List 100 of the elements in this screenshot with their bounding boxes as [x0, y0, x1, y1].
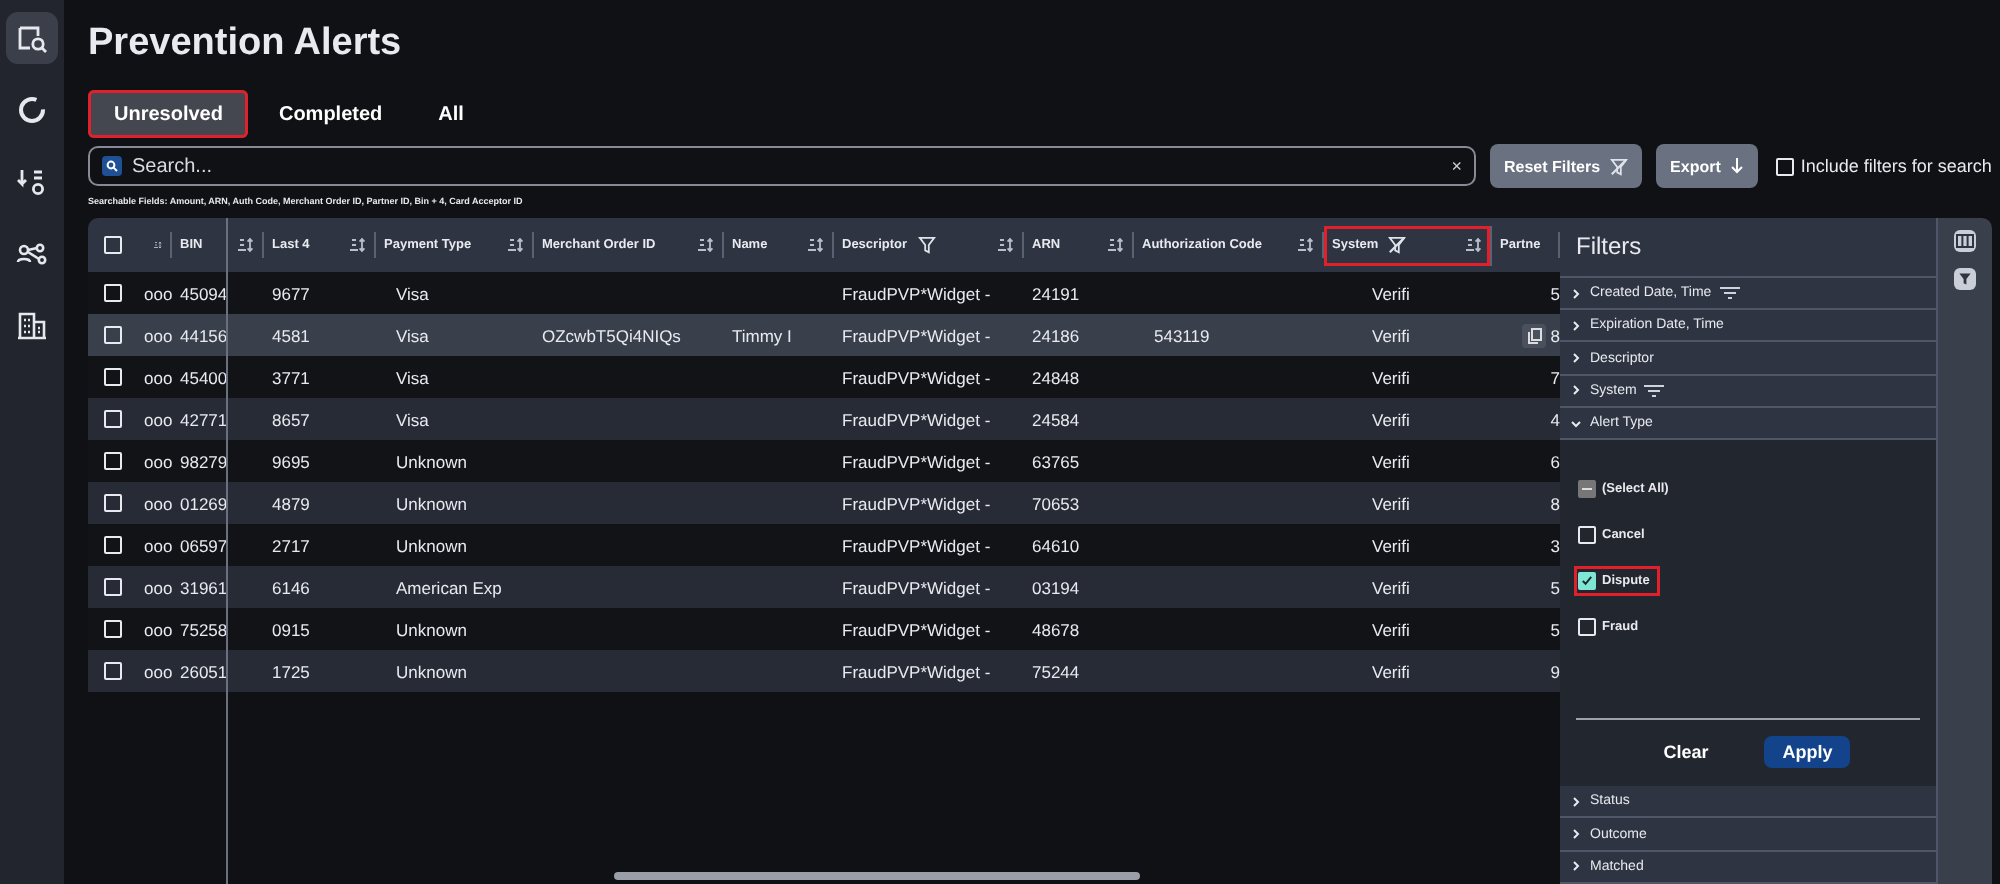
sort-icon[interactable]	[238, 238, 254, 252]
table-cell: ooo	[144, 661, 173, 681]
tab[interactable]: Unresolved	[88, 90, 249, 138]
horizontal-scrollbar[interactable]	[614, 872, 1140, 880]
table-cell: Unknown	[396, 493, 467, 513]
sidebar-item[interactable]	[6, 12, 58, 64]
table-cell: ooo	[144, 493, 173, 513]
apply-button[interactable]: Apply	[1764, 736, 1851, 769]
table-cell: 3771	[272, 367, 310, 387]
sort-icon[interactable]	[1466, 238, 1482, 252]
table-cell: 543119	[1154, 325, 1210, 345]
table-cell: 48678	[1032, 619, 1080, 639]
table-cell: 4581	[272, 325, 310, 345]
tab[interactable]: Completed	[252, 90, 409, 138]
table-cell: Unknown	[396, 535, 467, 555]
copy-icon[interactable]	[1522, 323, 1547, 347]
row-checkbox[interactable]	[103, 494, 121, 512]
table-cell: ooo	[144, 619, 173, 639]
sort-icon[interactable]	[808, 238, 824, 252]
table-cell: 9677	[272, 283, 310, 303]
filter-off-icon[interactable]	[1388, 236, 1407, 254]
table-cell: 63765	[1032, 451, 1080, 471]
table-cell: 8657	[272, 409, 310, 429]
table-cell: 24848	[1032, 367, 1080, 387]
sort-icon[interactable]	[350, 238, 366, 252]
table-cell: ooo	[144, 577, 173, 597]
table-cell: 4879	[272, 493, 310, 513]
table-cell: 4	[1550, 409, 1560, 429]
chevron-icon	[1570, 417, 1582, 430]
filter-lines-icon	[1719, 286, 1740, 300]
sort-icon[interactable]	[698, 238, 714, 252]
table-cell: 26051	[180, 661, 228, 681]
table-cell: 6146	[272, 577, 310, 597]
table-cell: ooo	[144, 325, 173, 345]
table-cell: 24186	[1032, 325, 1080, 345]
sort-icon[interactable]	[998, 238, 1014, 252]
table-cell: Unknown	[396, 661, 467, 681]
search-field[interactable]: Search... ×	[88, 146, 1476, 186]
include-filters-label: Include filters for search	[1800, 156, 1992, 176]
table-cell: Verifi	[1372, 325, 1410, 345]
table-cell: ooo	[144, 409, 173, 429]
checkbox[interactable]	[1578, 480, 1596, 499]
table-cell: Verifi	[1372, 577, 1410, 597]
row-checkbox[interactable]	[103, 620, 121, 638]
chevron-icon	[1570, 352, 1582, 365]
table-cell: 70653	[1032, 493, 1080, 513]
tab[interactable]: All	[412, 90, 490, 138]
table-cell: FraudPVP*Widget -	[842, 619, 991, 639]
table-cell: Verifi	[1372, 283, 1410, 303]
sort-icon[interactable]	[1108, 238, 1124, 252]
table-cell: 8	[1550, 493, 1560, 513]
chevron-icon	[1570, 828, 1582, 841]
download-arrow-icon	[1730, 158, 1745, 174]
row-checkbox[interactable]	[103, 326, 121, 344]
row-checkbox[interactable]	[103, 578, 121, 596]
row-checkbox[interactable]	[103, 662, 121, 680]
table-cell: 24584	[1032, 409, 1080, 429]
row-checkbox[interactable]	[103, 536, 121, 554]
table-cell: Verifi	[1372, 661, 1410, 681]
reset-filters-button[interactable]: Reset Filters	[1490, 144, 1643, 188]
sort-icon[interactable]	[508, 238, 524, 252]
table-cell: ooo	[144, 451, 173, 471]
table-cell: 64610	[1032, 535, 1080, 555]
table-cell: 1725	[272, 661, 310, 681]
filter-icon[interactable]	[1954, 268, 1976, 290]
table-cell: Verifi	[1372, 367, 1410, 387]
table-cell: ooo	[144, 283, 173, 303]
table-cell: 75244	[1032, 661, 1080, 681]
table-cell: Verifi	[1372, 409, 1410, 429]
filter-icon[interactable]	[917, 236, 936, 254]
columns-icon[interactable]	[1954, 230, 1976, 252]
row-checkbox[interactable]	[103, 452, 121, 470]
table-cell: FraudPVP*Widget -	[842, 325, 991, 345]
table-cell: 24191	[1032, 283, 1080, 303]
ring-icon	[14, 92, 50, 128]
table-cell: 9695	[272, 451, 310, 471]
row-checkbox[interactable]	[103, 284, 121, 302]
export-button[interactable]: Export	[1656, 144, 1759, 188]
table-cell: Visa	[396, 367, 429, 387]
table-cell: 44156	[180, 325, 228, 345]
table-cell: Verifi	[1372, 535, 1410, 555]
select-all-checkbox[interactable]	[103, 236, 121, 254]
row-checkbox[interactable]	[103, 368, 121, 386]
table-cell: Timmy I	[732, 325, 792, 345]
table-cell: American Exp	[396, 577, 502, 597]
table-cell: Verifi	[1372, 451, 1410, 471]
table-cell: 45094	[180, 283, 228, 303]
table-cell: FraudPVP*Widget -	[842, 493, 991, 513]
chevron-icon	[1570, 860, 1582, 873]
sort-icon[interactable]	[1298, 238, 1314, 252]
include-filters-checkbox[interactable]	[1776, 157, 1795, 175]
table-cell: 6	[1550, 451, 1560, 471]
row-checkbox[interactable]	[103, 410, 121, 428]
sort-icon[interactable]	[154, 238, 162, 252]
table-cell: 5	[1550, 577, 1560, 597]
table-cell: 45400	[180, 367, 228, 387]
clear-button[interactable]: Clear	[1645, 736, 1727, 769]
table-cell: Unknown	[396, 619, 467, 639]
chevron-icon	[1570, 319, 1582, 332]
clear-search-button[interactable]: ×	[1451, 156, 1462, 176]
